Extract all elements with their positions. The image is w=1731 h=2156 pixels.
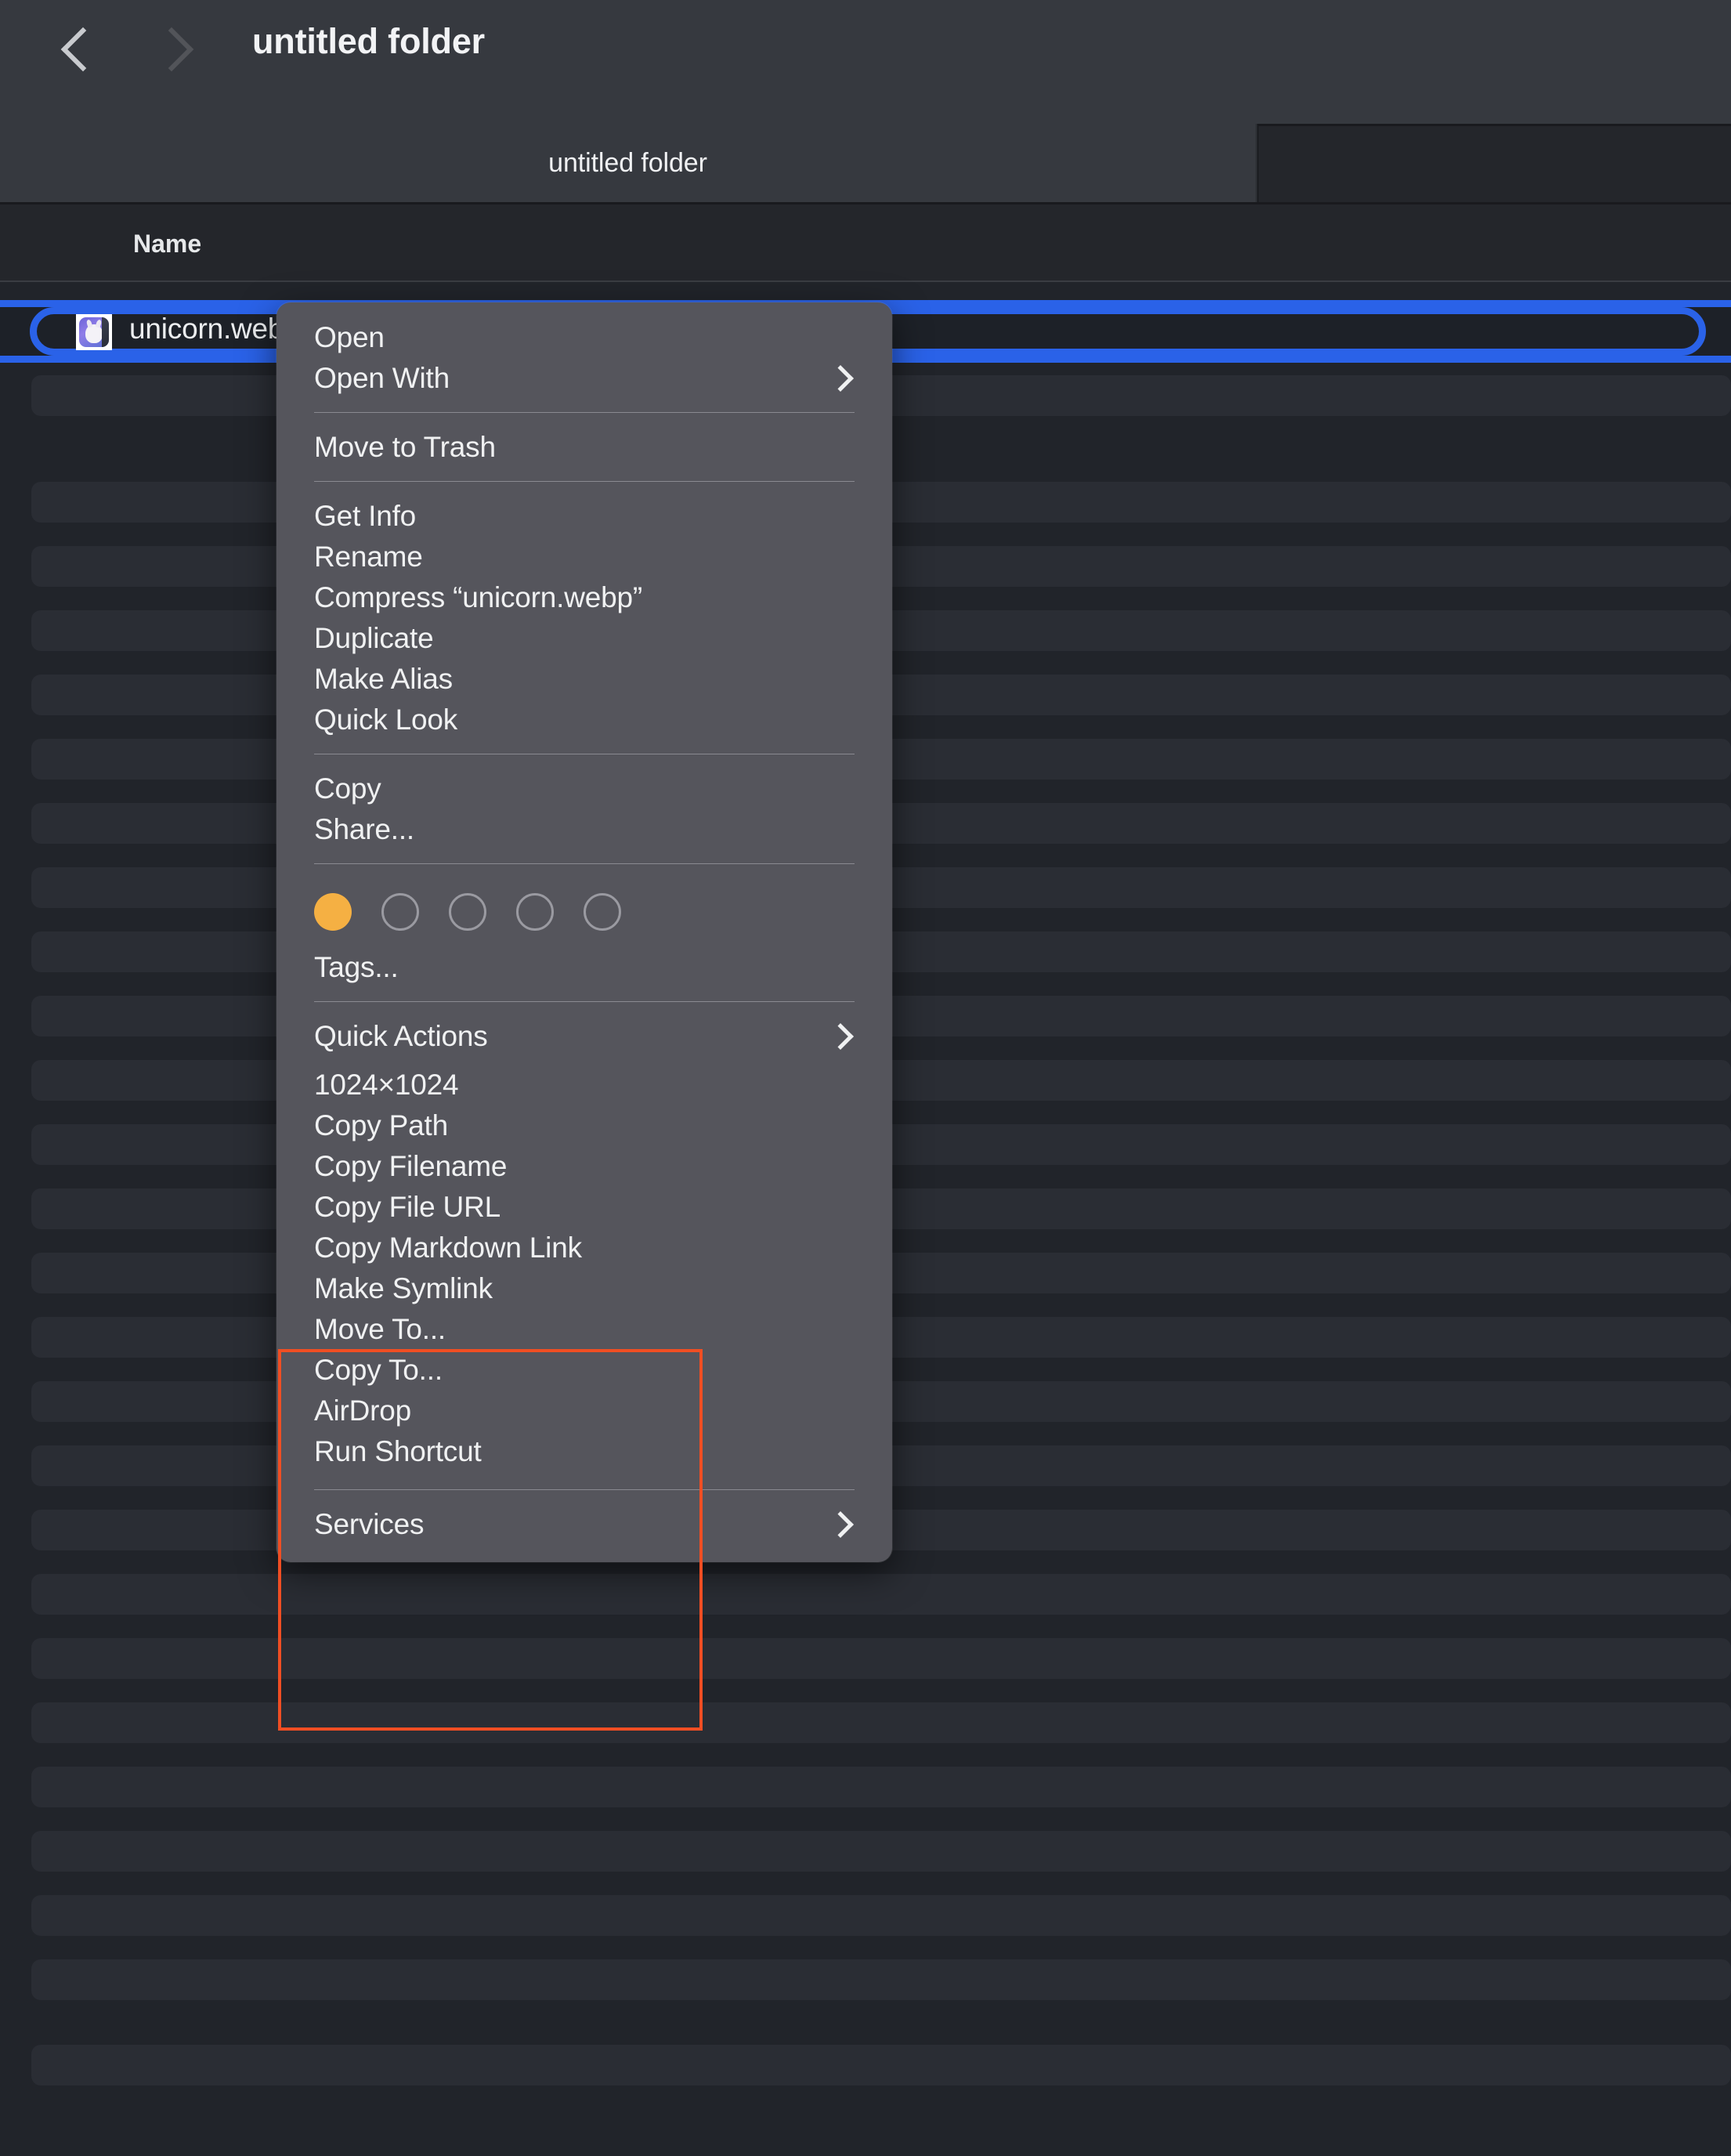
tag-dot-empty-4[interactable] — [584, 893, 621, 931]
tag-dot-orange[interactable] — [314, 893, 352, 931]
file-name-label: unicorn.webp — [129, 313, 300, 345]
menu-separator — [314, 863, 855, 864]
menu-item-copy[interactable]: Copy — [276, 771, 892, 806]
list-row-stripe — [31, 1831, 1731, 1872]
menu-item-label: Move To... — [314, 1313, 866, 1346]
menu-separator — [314, 481, 855, 482]
window-title: untitled folder — [252, 21, 485, 62]
chevron-right-icon — [149, 27, 193, 72]
back-button[interactable] — [53, 19, 105, 80]
menu-item-image-dimensions[interactable]: 1024×1024 — [276, 1067, 892, 1102]
menu-item-label: Services — [314, 1508, 831, 1541]
tab-secondary[interactable] — [1257, 124, 1731, 202]
tab-label: untitled folder — [548, 148, 707, 179]
list-row-stripe — [31, 1638, 1731, 1679]
menu-item-quick-actions[interactable]: Quick Actions — [276, 1018, 892, 1054]
menu-separator — [314, 412, 855, 413]
menu-item-label: Move to Trash — [314, 431, 866, 464]
tag-dot-empty-3[interactable] — [516, 893, 554, 931]
menu-item-move-to[interactable]: Move To... — [276, 1311, 892, 1347]
menu-item-copy-filename[interactable]: Copy Filename — [276, 1149, 892, 1184]
menu-item-copy-to[interactable]: Copy To... — [276, 1352, 892, 1387]
menu-item-label: Copy — [314, 772, 866, 805]
menu-item-get-info[interactable]: Get Info — [276, 498, 892, 534]
menu-item-rename[interactable]: Rename — [276, 539, 892, 574]
window-toolbar: untitled folder — [0, 0, 1731, 124]
menu-separator — [314, 1001, 855, 1002]
menu-item-label: Quick Actions — [314, 1020, 831, 1053]
menu-item-label: Run Shortcut — [314, 1435, 866, 1468]
menu-item-label: Get Info — [314, 500, 866, 533]
menu-item-quick-look[interactable]: Quick Look — [276, 702, 892, 737]
menu-item-label: Copy Filename — [314, 1150, 866, 1183]
tag-color-picker[interactable] — [276, 881, 892, 940]
image-thumbnail-icon — [76, 314, 112, 350]
menu-item-open[interactable]: Open — [276, 320, 892, 355]
menu-item-compress[interactable]: Compress “unicorn.webp” — [276, 580, 892, 615]
menu-item-make-symlink[interactable]: Make Symlink — [276, 1271, 892, 1306]
menu-item-share[interactable]: Share... — [276, 812, 892, 847]
column-header-bar: Name — [0, 202, 1731, 282]
tab-bar: untitled folder — [0, 124, 1731, 202]
menu-item-label: AirDrop — [314, 1395, 866, 1427]
menu-item-label: Open — [314, 321, 866, 354]
menu-item-make-alias[interactable]: Make Alias — [276, 661, 892, 696]
context-menu[interactable]: Open Open With Move to Trash Get Info Re… — [276, 302, 892, 1562]
menu-item-label: Rename — [314, 541, 866, 573]
menu-item-run-shortcut[interactable]: Run Shortcut — [276, 1434, 892, 1469]
chevron-right-icon — [827, 365, 854, 392]
list-row-stripe — [31, 1959, 1731, 2000]
chevron-left-icon — [60, 27, 105, 72]
menu-item-label: Compress “unicorn.webp” — [314, 581, 866, 614]
menu-item-label: Share... — [314, 813, 866, 846]
list-row-stripe — [31, 1895, 1731, 1936]
menu-item-duplicate[interactable]: Duplicate — [276, 620, 892, 656]
menu-item-services[interactable]: Services — [276, 1507, 892, 1542]
chevron-right-icon — [827, 1023, 854, 1050]
menu-item-label: Quick Look — [314, 704, 866, 736]
tag-dot-empty-1[interactable] — [381, 893, 419, 931]
menu-item-label: Copy Path — [314, 1109, 866, 1142]
tab-untitled-folder[interactable]: untitled folder — [0, 124, 1257, 202]
list-row-stripe — [31, 1574, 1731, 1615]
menu-item-label: Copy To... — [314, 1354, 866, 1387]
menu-item-tags[interactable]: Tags... — [276, 950, 892, 985]
menu-item-label: Make Symlink — [314, 1272, 866, 1305]
menu-item-label: Make Alias — [314, 663, 866, 696]
list-row-stripe — [31, 1702, 1731, 1743]
menu-item-move-to-trash[interactable]: Move to Trash — [276, 429, 892, 465]
menu-item-label: Tags... — [314, 951, 866, 984]
chevron-right-icon — [827, 1511, 854, 1538]
menu-item-open-with[interactable]: Open With — [276, 360, 892, 396]
menu-item-airdrop[interactable]: AirDrop — [276, 1393, 892, 1428]
tag-dot-empty-2[interactable] — [449, 893, 486, 931]
menu-item-label: Duplicate — [314, 622, 866, 655]
menu-item-copy-path[interactable]: Copy Path — [276, 1108, 892, 1143]
list-row-stripe — [31, 1767, 1731, 1807]
menu-item-label: 1024×1024 — [314, 1069, 866, 1102]
menu-item-copy-file-url[interactable]: Copy File URL — [276, 1189, 892, 1225]
forward-button[interactable] — [149, 19, 201, 80]
menu-item-copy-markdown-link[interactable]: Copy Markdown Link — [276, 1230, 892, 1265]
menu-item-label: Open With — [314, 362, 831, 395]
menu-item-label: Copy Markdown Link — [314, 1232, 866, 1264]
menu-item-label: Copy File URL — [314, 1191, 866, 1224]
list-row-stripe — [31, 2045, 1731, 2085]
menu-separator — [314, 1489, 855, 1490]
column-header-name[interactable]: Name — [133, 230, 201, 259]
